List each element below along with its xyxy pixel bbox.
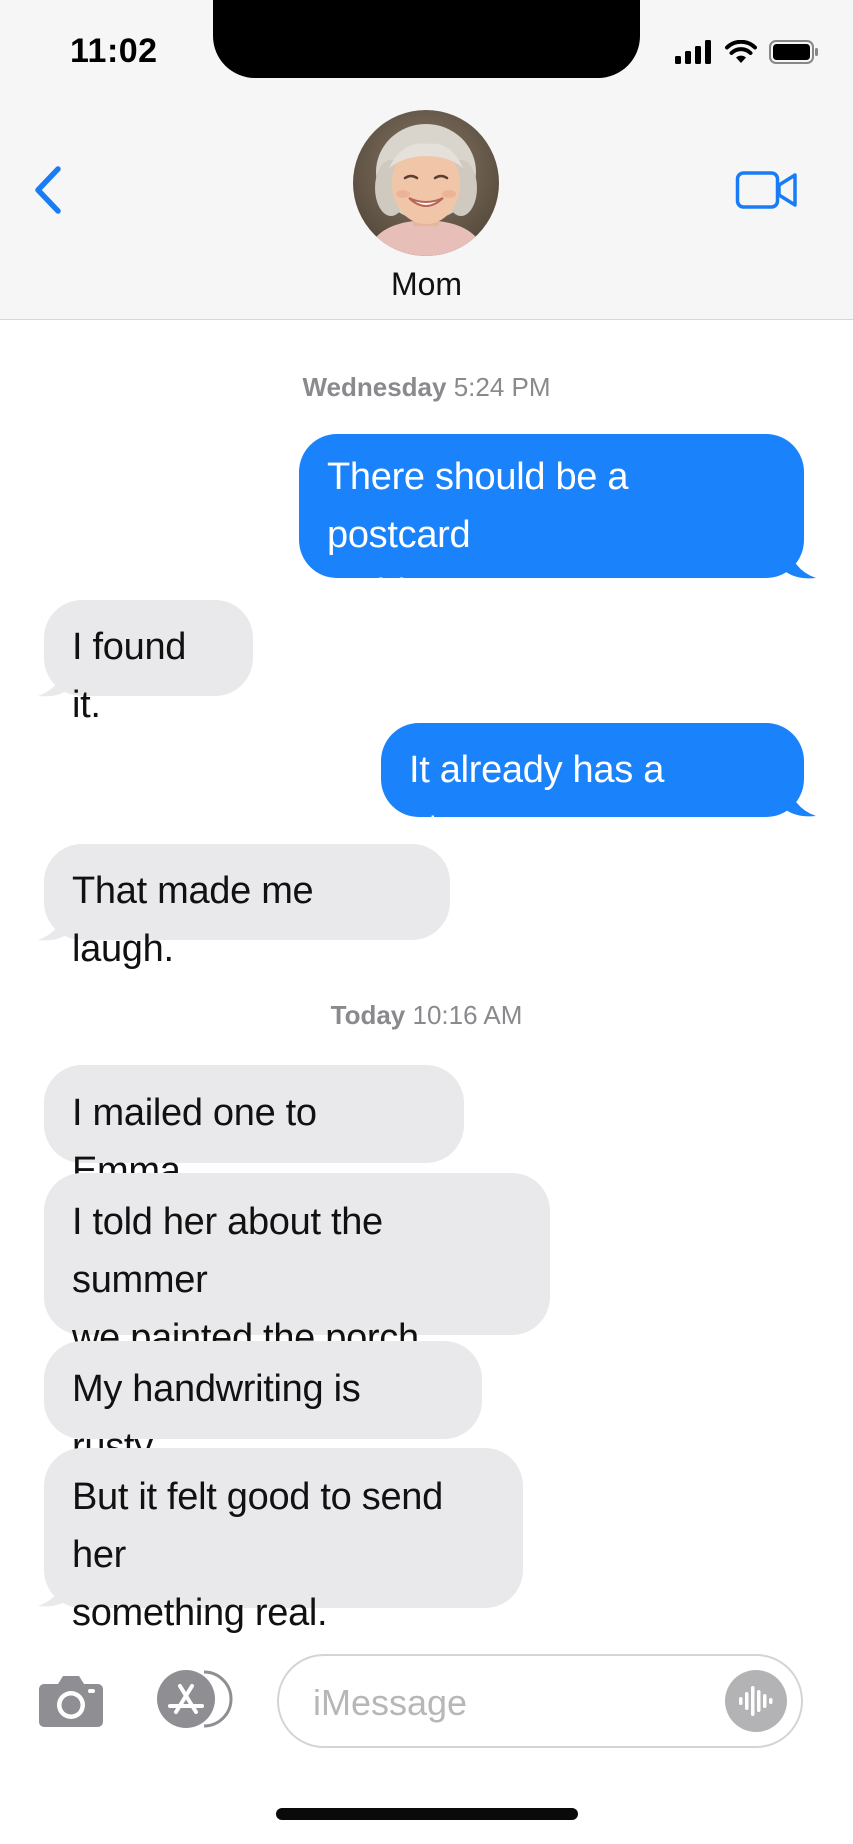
incoming-message-bubble[interactable]: That made me laugh. [44, 844, 450, 970]
status-time: 11:02 [70, 32, 158, 70]
timestamp-header: Wednesday 5:24 PM [0, 372, 853, 403]
message-line: There should be a postcard [327, 456, 629, 556]
status-icons [675, 40, 819, 64]
incoming-message-bubble[interactable]: But it felt good to send her something r… [44, 1448, 523, 1634]
incoming-message-bubble[interactable]: My handwriting is rusty. [44, 1341, 482, 1468]
wifi-icon [725, 40, 757, 63]
facetime-video-button[interactable] [735, 168, 799, 212]
cellular-signal-icon [675, 40, 711, 64]
audio-waveform-icon [739, 1686, 773, 1716]
message-line: But it felt good to send her [72, 1476, 443, 1576]
incoming-bubble-tail [38, 1568, 68, 1607]
conversation-header: Mom [0, 110, 853, 320]
device-notch [213, 0, 640, 78]
home-indicator[interactable] [276, 1808, 578, 1820]
chevron-left-icon [35, 166, 61, 214]
contact-photo [353, 110, 499, 256]
status-bar: 11:02 [0, 0, 853, 110]
outgoing-message-bubble[interactable]: There should be a postcard in this one. [299, 434, 804, 614]
incoming-message-bubble[interactable]: I found it. [44, 600, 253, 726]
message-line: I told her about the summer [72, 1201, 383, 1301]
outgoing-bubble-tail [786, 778, 816, 817]
camera-button[interactable] [38, 1672, 104, 1728]
outgoing-message-bubble[interactable]: It already has a stamp. [381, 723, 804, 849]
timestamp-header: Today 10:16 AM [0, 1000, 853, 1031]
incoming-message-bubble[interactable]: I mailed one to Emma. [44, 1065, 464, 1192]
contact-name[interactable]: Mom [0, 266, 853, 303]
battery-icon [769, 40, 818, 64]
message-line: I found it. [72, 626, 187, 726]
timestamp-day: Wednesday [302, 372, 447, 402]
camera-icon [39, 1676, 103, 1727]
imessage-input[interactable]: iMessage [277, 1654, 803, 1748]
message-line: in this one. [327, 572, 508, 614]
message-line: That made me laugh. [72, 870, 314, 970]
incoming-bubble-tail [38, 902, 68, 941]
messages-screen: 11:02 Mom Wednesday 5:24 PM There should… [0, 0, 853, 1844]
timestamp-day: Today [330, 1000, 406, 1030]
contact-avatar[interactable] [353, 110, 499, 256]
message-line: It already has a stamp. [409, 749, 665, 849]
timestamp-time: 10:16 AM [412, 1000, 523, 1030]
incoming-bubble-tail [38, 658, 68, 697]
outgoing-bubble-tail [786, 540, 816, 579]
timestamp-time: 5:24 PM [453, 372, 551, 402]
video-camera-icon [735, 171, 797, 209]
imessage-placeholder: iMessage [313, 1682, 468, 1723]
app-store-button[interactable] [152, 1668, 236, 1730]
back-button[interactable] [28, 160, 68, 220]
audio-message-button[interactable] [725, 1670, 787, 1732]
incoming-message-bubble[interactable]: I told her about the summer we painted t… [44, 1173, 550, 1359]
message-line: something real. [72, 1592, 328, 1634]
app-store-icon [157, 1670, 233, 1728]
